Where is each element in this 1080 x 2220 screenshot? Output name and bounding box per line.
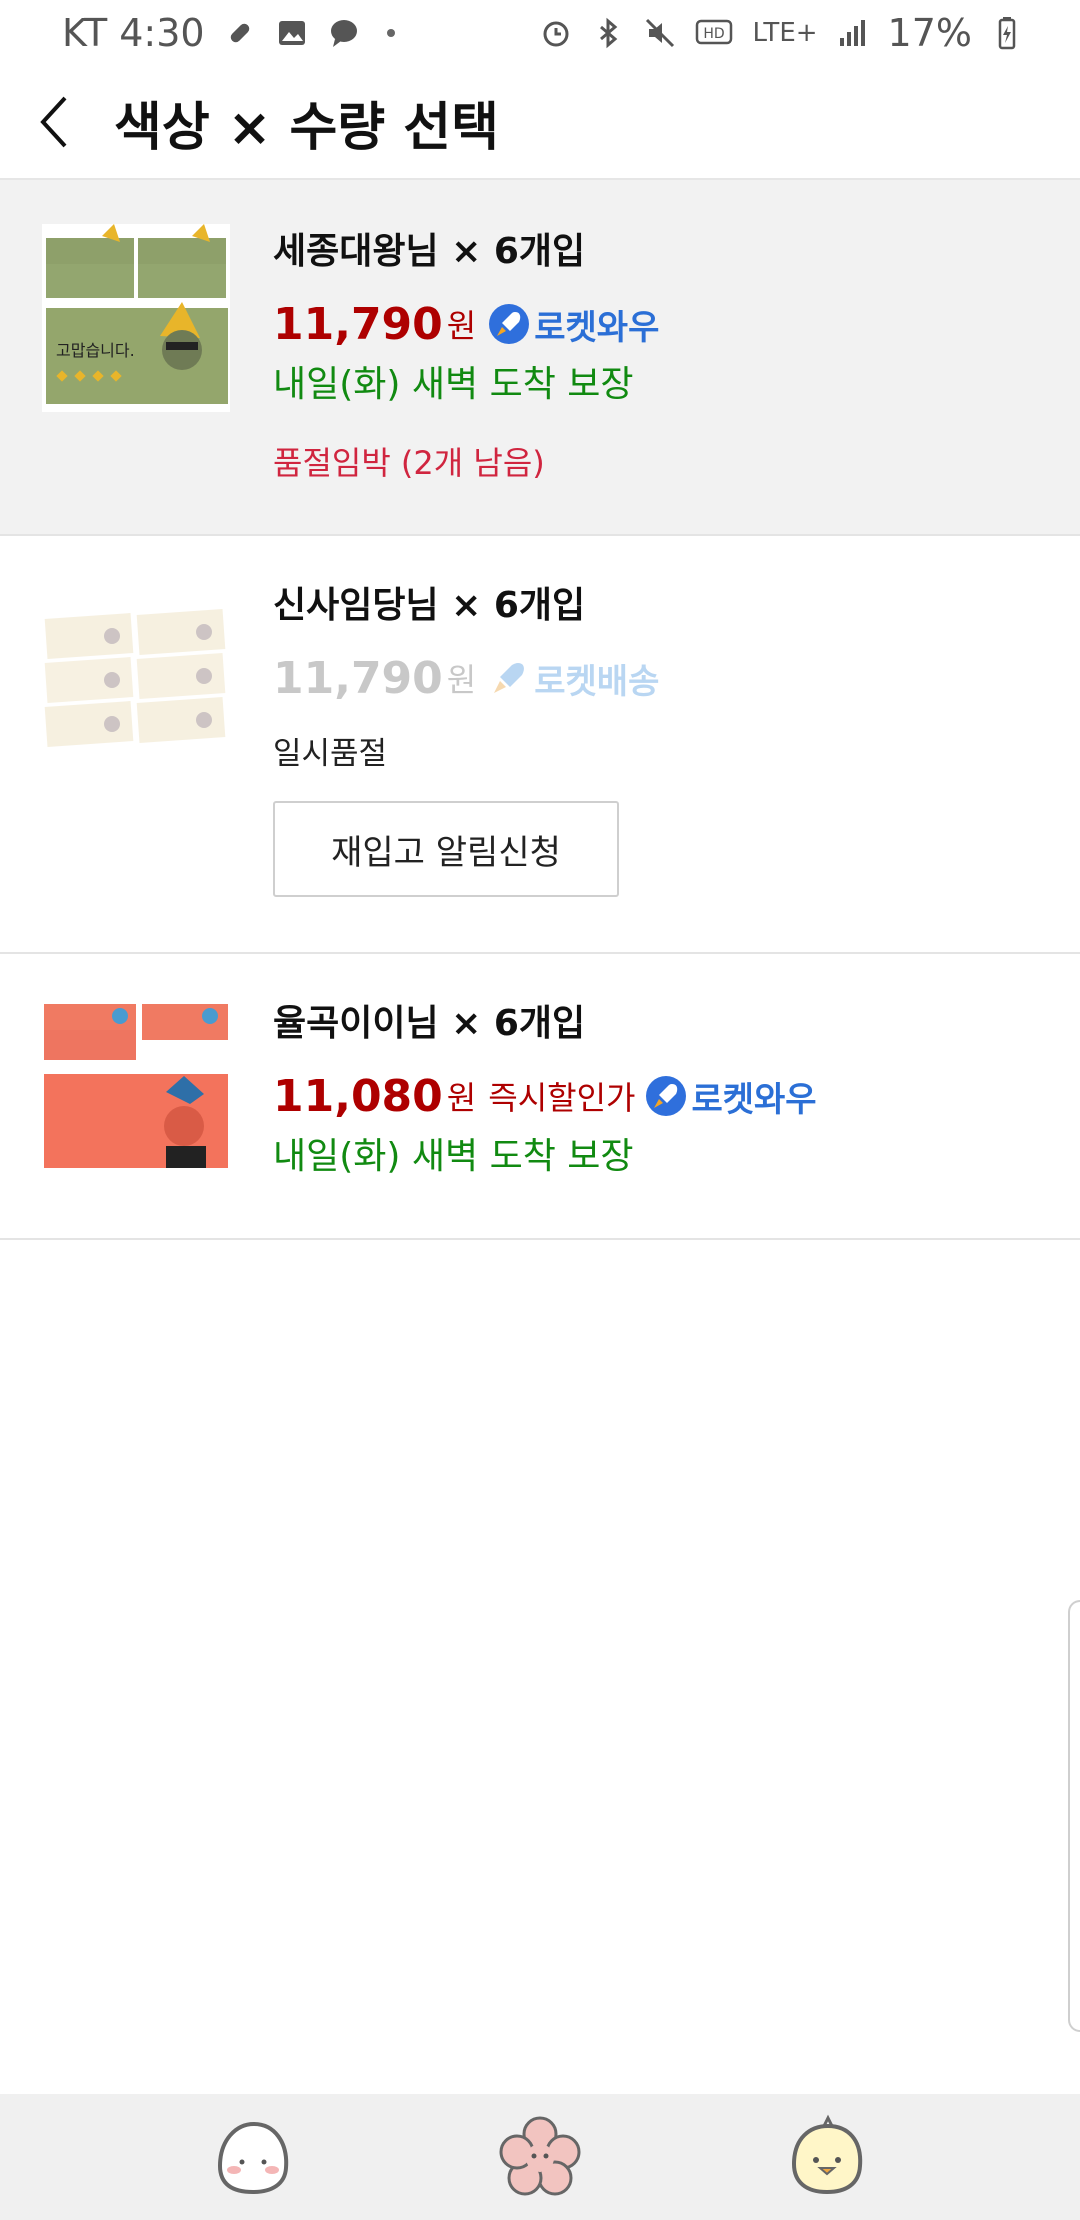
price-line: 11,790 원 로켓배송 [273,650,1050,706]
badge-label: 로켓와우 [534,307,660,348]
battery-charging-icon [998,17,1016,50]
hd-call-icon: HD [695,19,732,45]
option-list: 고맙습니다. 세종대왕님 × 6개입 11,790 원 로켓와우 내일(화) 새… [0,180,1080,1240]
pill-icon [230,23,249,43]
option-info: 율곡이이님 × 6개입 11,080 원 즉시할인가 로켓와우 내일(화) 새벽… [273,998,1050,1182]
bluetooth-icon [599,17,617,49]
signal-icon [839,20,865,46]
rocket-icon [646,1076,687,1116]
currency-label: 원 [446,307,477,345]
chick-character-icon[interactable] [784,2114,870,2200]
option-info: 신사임당님 × 6개입 11,790 원 로켓배송 일시품절 재입고 알림신청 [273,580,1050,897]
restock-notify-button[interactable]: 재입고 알림신청 [273,801,619,897]
svg-text:HD: HD [703,26,724,42]
alarm-icon [543,21,569,47]
stock-warning: 품절임박 (2개 남음) [273,444,545,482]
rocket-delivery-badge: 로켓배송 [488,654,659,703]
option-price: 11,790 [273,298,443,350]
product-thumbnail [42,996,230,1184]
delivery-promise: 내일(화) 새벽 도착 보장 [273,1136,634,1177]
thumb-text: 고맙습니다. [56,341,135,360]
soldout-label: 일시품절 [273,736,388,772]
page-header: 색상 × 수량 선택 [0,66,1080,180]
currency-label: 원 [446,661,477,699]
gallery-icon [278,21,305,45]
option-item-sinsaimdang[interactable]: 신사임당님 × 6개입 11,790 원 로켓배송 일시품절 재입고 알림신청 [0,536,1080,954]
flower-character-icon[interactable] [497,2114,583,2200]
chat-bubble-icon [330,20,357,47]
price-line: 11,080 원 즉시할인가 로켓와우 [273,1068,1050,1124]
instant-discount-label: 즉시할인가 [488,1079,636,1117]
price-line: 11,790 원 로켓와우 [273,296,1050,352]
badge-label: 로켓배송 [534,661,660,702]
rocket-wow-badge: 로켓와우 [488,300,659,349]
status-bar: KT 4:30 HD LTE+ 17% [0,0,1080,66]
option-name: 율곡이이님 × 6개입 [273,1003,586,1044]
page-title: 색상 × 수량 선택 [114,97,499,158]
rocket-icon [489,304,530,344]
option-name: 세종대왕님 × 6개입 [273,231,586,272]
option-info: 세종대왕님 × 6개입 11,790 원 로켓와우 내일(화) 새벽 도착 보장… [273,226,1050,484]
rocket-icon [494,663,525,693]
carrier-time: KT 4:30 [62,11,205,55]
option-name: 신사임당님 × 6개입 [273,585,586,626]
option-price: 11,080 [273,1070,443,1122]
product-thumbnail: 고맙습니다. [42,224,230,412]
rice-cake-character-icon[interactable] [210,2114,296,2200]
option-item-sejong[interactable]: 고맙습니다. 세종대왕님 × 6개입 11,790 원 로켓와우 내일(화) 새… [0,180,1080,536]
badge-label: 로켓와우 [691,1079,817,1120]
currency-label: 원 [446,1079,477,1117]
edge-panel-handle[interactable] [1068,1600,1080,2032]
battery-percent: 17% [887,11,972,55]
delivery-promise: 내일(화) 새벽 도착 보장 [273,364,634,405]
mute-icon [645,18,674,48]
chevron-left-icon [40,96,67,148]
back-button[interactable] [0,65,110,179]
network-type: LTE+ [752,18,818,48]
option-price: 11,790 [273,652,443,704]
status-right: HD LTE+ 17% [539,11,1024,55]
bottom-bar [0,2094,1080,2220]
rocket-wow-badge: 로켓와우 [645,1072,817,1121]
notification-dot-icon [386,29,395,37]
option-item-yulgok[interactable]: 율곡이이님 × 6개입 11,080 원 즉시할인가 로켓와우 내일(화) 새벽… [0,954,1080,1240]
product-thumbnail [42,586,230,774]
status-left: KT 4:30 [62,11,395,55]
